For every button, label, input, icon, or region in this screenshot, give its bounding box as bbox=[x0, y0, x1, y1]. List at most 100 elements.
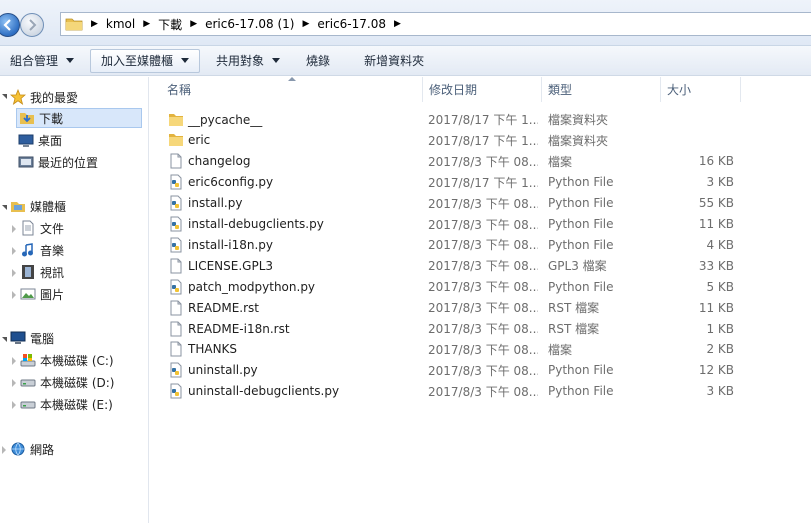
forward-button[interactable] bbox=[20, 13, 44, 37]
file-row[interactable]: __pycache__ 2017/8/17 下午 1... 檔案資料夾 bbox=[150, 109, 811, 130]
back-button[interactable] bbox=[0, 13, 20, 37]
file-date: 2017/8/3 下午 08... bbox=[428, 196, 538, 211]
file-name: install-debugclients.py bbox=[188, 217, 324, 231]
expand-arrow-icon[interactable] bbox=[2, 446, 6, 454]
file-row[interactable]: eric6config.py 2017/8/17 下午 1... Python Fi… bbox=[150, 172, 811, 193]
file-row[interactable]: patch_modpython.py 2017/8/3 下午 08... Pytho… bbox=[150, 276, 811, 297]
breadcrumb-eric-folder[interactable]: eric6-17.08 bbox=[317, 17, 386, 31]
chevron-down-icon bbox=[66, 58, 75, 63]
file-row[interactable]: install.py 2017/8/3 下午 08... Python File 55… bbox=[150, 193, 811, 214]
burn-label: 燒錄 bbox=[306, 54, 331, 68]
nav-drive-d[interactable]: 本機磁碟 (D:) bbox=[20, 372, 114, 392]
nav-pictures[interactable]: 圖片 bbox=[20, 284, 64, 304]
file-name: THANKS bbox=[188, 342, 238, 357]
python-file-icon bbox=[170, 195, 182, 211]
file-row[interactable]: changelog 2017/8/3 下午 08... 檔案 16 KB bbox=[150, 151, 811, 172]
file-size: 4 KB bbox=[706, 237, 734, 252]
nav-network[interactable]: 網路 bbox=[10, 439, 54, 459]
file-name-cell[interactable]: patch_modpython.py bbox=[168, 279, 315, 295]
expand-arrow-icon[interactable] bbox=[2, 205, 7, 210]
file-name-cell[interactable]: THANKS bbox=[168, 341, 237, 357]
share-with-label: 共用對象 bbox=[216, 54, 265, 68]
expand-arrow-icon[interactable] bbox=[2, 94, 7, 99]
file-name: README-i18n.rst bbox=[188, 321, 290, 336]
file-date: 2017/8/3 下午 08... bbox=[428, 280, 538, 295]
file-name-cell[interactable]: install.py bbox=[168, 195, 242, 211]
breadcrumb-separator-icon[interactable]: ▶ bbox=[190, 19, 197, 29]
new-folder-button[interactable]: 新增資料夾 bbox=[354, 49, 434, 73]
file-name-cell[interactable]: README-i18n.rst bbox=[168, 321, 290, 337]
nav-recent[interactable]: 最近的位置 bbox=[18, 152, 98, 172]
file-name-cell[interactable]: changelog bbox=[168, 153, 250, 169]
nav-downloads[interactable]: 下載 bbox=[16, 108, 142, 128]
nav-desktop[interactable]: 桌面 bbox=[18, 130, 62, 150]
file-name-cell[interactable]: README.rst bbox=[168, 300, 259, 316]
file-row[interactable]: LICENSE.GPL3 2017/8/3 下午 08... GPL3 檔案 33 K… bbox=[150, 255, 811, 276]
expand-arrow-icon[interactable] bbox=[12, 269, 16, 277]
column-header-size[interactable]: 大小 bbox=[661, 77, 741, 102]
nav-videos[interactable]: 視訊 bbox=[20, 262, 64, 282]
nav-drive-c[interactable]: 本機磁碟 (C:) bbox=[20, 350, 114, 370]
file-name-cell[interactable]: LICENSE.GPL3 bbox=[168, 258, 273, 274]
expand-arrow-icon[interactable] bbox=[12, 357, 16, 365]
breadcrumb-separator-icon[interactable]: ▶ bbox=[91, 19, 98, 29]
file-name: eric bbox=[188, 133, 211, 148]
breadcrumb-downloads[interactable]: 下載 bbox=[158, 16, 182, 33]
nav-drive-e-label: 本機磁碟 (E:) bbox=[40, 397, 113, 412]
burn-button[interactable]: 燒錄 bbox=[296, 49, 340, 73]
file-row[interactable]: README-i18n.rst 2017/8/3 下午 08... RST 檔案 1 … bbox=[150, 318, 811, 339]
column-header-date[interactable]: 修改日期 bbox=[423, 77, 542, 102]
file-name-cell[interactable]: eric bbox=[168, 132, 210, 148]
back-arrow-icon bbox=[3, 19, 11, 31]
column-header-type[interactable]: 類型 bbox=[542, 77, 661, 102]
breadcrumb-kmol[interactable]: kmol bbox=[106, 17, 135, 31]
file-name-cell[interactable]: eric6config.py bbox=[168, 174, 273, 190]
library-icon bbox=[11, 202, 25, 212]
breadcrumb-separator-icon[interactable]: ▶ bbox=[303, 19, 310, 29]
nav-documents[interactable]: 文件 bbox=[20, 218, 64, 238]
file-name-cell[interactable]: __pycache__ bbox=[168, 112, 262, 128]
nav-music-label: 音樂 bbox=[40, 243, 65, 258]
file-type: Python File bbox=[548, 237, 614, 252]
file-row[interactable]: uninstall.py 2017/8/3 下午 08... Python File… bbox=[150, 360, 811, 381]
nav-favorites[interactable]: 我的最愛 bbox=[10, 87, 78, 107]
column-header-name[interactable]: 名稱 bbox=[161, 77, 423, 102]
file-row[interactable]: README.rst 2017/8/3 下午 08... RST 檔案 11 KB bbox=[150, 297, 811, 318]
file-date: 2017/8/3 下午 08... bbox=[428, 238, 538, 253]
nav-music[interactable]: 音樂 bbox=[20, 240, 64, 260]
nav-drive-e[interactable]: 本機磁碟 (E:) bbox=[20, 394, 113, 414]
chevron-down-icon bbox=[272, 58, 281, 63]
file-row[interactable]: uninstall-debugclients.py 2017/8/3 下午 08.… bbox=[150, 381, 811, 402]
file-row[interactable]: THANKS 2017/8/3 下午 08... 檔案 2 KB bbox=[150, 339, 811, 360]
nav-libraries[interactable]: 媒體櫃 bbox=[10, 196, 66, 216]
breadcrumb-eric-archive[interactable]: eric6-17.08 (1) bbox=[205, 17, 294, 31]
breadcrumb-separator-icon[interactable]: ▶ bbox=[143, 19, 150, 29]
file-size: 16 KB bbox=[698, 154, 734, 169]
file-type: RST 檔案 bbox=[548, 301, 600, 316]
file-type: Python File bbox=[548, 175, 614, 190]
file-date: 2017/8/3 下午 08... bbox=[428, 363, 538, 378]
file-name-cell[interactable]: install-debugclients.py bbox=[168, 216, 324, 232]
organize-button[interactable]: 組合管理 bbox=[0, 49, 84, 73]
address-bar[interactable]: ▶ kmol ▶ 下載 ▶ eric6-17.08 (1) ▶ eric6-17… bbox=[60, 12, 811, 36]
expand-arrow-icon[interactable] bbox=[2, 337, 7, 342]
file-row[interactable]: install-i18n.py 2017/8/3 下午 08... Python F… bbox=[150, 234, 811, 255]
file-date: 2017/8/3 下午 08... bbox=[428, 217, 538, 232]
file-name-cell[interactable]: install-i18n.py bbox=[168, 237, 273, 253]
organize-label: 組合管理 bbox=[10, 54, 59, 68]
expand-arrow-icon[interactable] bbox=[12, 379, 16, 387]
add-to-library-button[interactable]: 加入至媒體櫃 bbox=[90, 48, 201, 73]
file-name-cell[interactable]: uninstall.py bbox=[168, 362, 258, 378]
breadcrumb-separator-icon[interactable]: ▶ bbox=[394, 19, 401, 29]
nav-computer[interactable]: 電腦 bbox=[10, 328, 54, 348]
file-icon bbox=[170, 258, 182, 274]
expand-arrow-icon[interactable] bbox=[12, 225, 16, 233]
expand-arrow-icon[interactable] bbox=[12, 291, 16, 299]
file-name-cell[interactable]: uninstall-debugclients.py bbox=[168, 383, 339, 399]
file-row[interactable]: eric 2017/8/17 下午 1... 檔案資料夾 bbox=[150, 130, 811, 151]
expand-arrow-icon[interactable] bbox=[12, 247, 16, 255]
file-type: 檔案資料夾 bbox=[548, 133, 609, 148]
file-row[interactable]: install-debugclients.py 2017/8/3 下午 08...… bbox=[150, 214, 811, 235]
share-with-button[interactable]: 共用對象 bbox=[206, 49, 290, 73]
expand-arrow-icon[interactable] bbox=[12, 401, 16, 409]
